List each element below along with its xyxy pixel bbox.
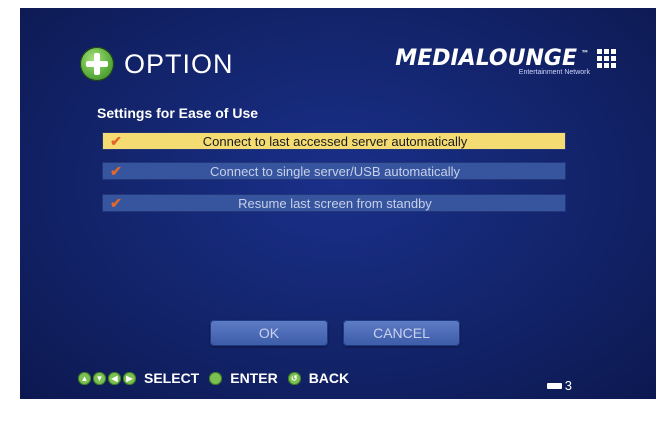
up-arrow-icon: ▲ [78,371,91,385]
option-connect-single-server[interactable]: ✔ Connect to single server/USB automatic… [102,162,566,180]
brand-logo: MEDIALOUNGE ™ Entertainment Network [395,46,616,76]
option-connect-last-server[interactable]: ✔ Connect to last accessed server automa… [102,132,566,150]
page-indicator: 3 [546,378,572,393]
down-arrow-icon: ▼ [93,371,106,385]
back-icon: ↺ [287,371,301,385]
checkmark-icon: ✔ [110,194,122,211]
header: OPTION [80,46,234,82]
checkmark-icon: ✔ [110,162,122,179]
page-title: OPTION [124,48,234,79]
remote-hints: ▲ ▼ ◀ ▶ SELECT ENTER ↺ BACK [78,370,359,386]
option-label: Resume last screen from standby [238,195,432,211]
trademark: ™ [581,49,589,58]
right-arrow-icon: ▶ [123,371,136,385]
option-label: Connect to last accessed server automati… [202,133,468,149]
page-number: 3 [564,378,572,393]
enter-icon [209,371,223,385]
memory-card-icon [546,382,562,389]
back-hint: BACK [308,370,350,386]
option-label: Connect to single server/USB automatical… [209,163,460,179]
tv-screen: OPTION MEDIALOUNGE ™ Entertainment Networ… [20,8,656,399]
section-title: Settings for Ease of Use [97,105,259,121]
dpad-icon [80,47,114,81]
brand-name: MEDIALOUNGE [395,46,577,71]
cancel-button[interactable]: CANCEL [343,320,460,346]
ok-button[interactable]: OK [210,320,328,346]
left-arrow-icon: ◀ [108,371,121,385]
enter-hint: ENTER [230,370,278,386]
option-resume-last-screen[interactable]: ✔ Resume last screen from standby [102,194,566,212]
checkmark-icon: ✔ [110,132,122,149]
brand-mark-icon [597,49,616,68]
select-hint: SELECT [144,370,200,386]
